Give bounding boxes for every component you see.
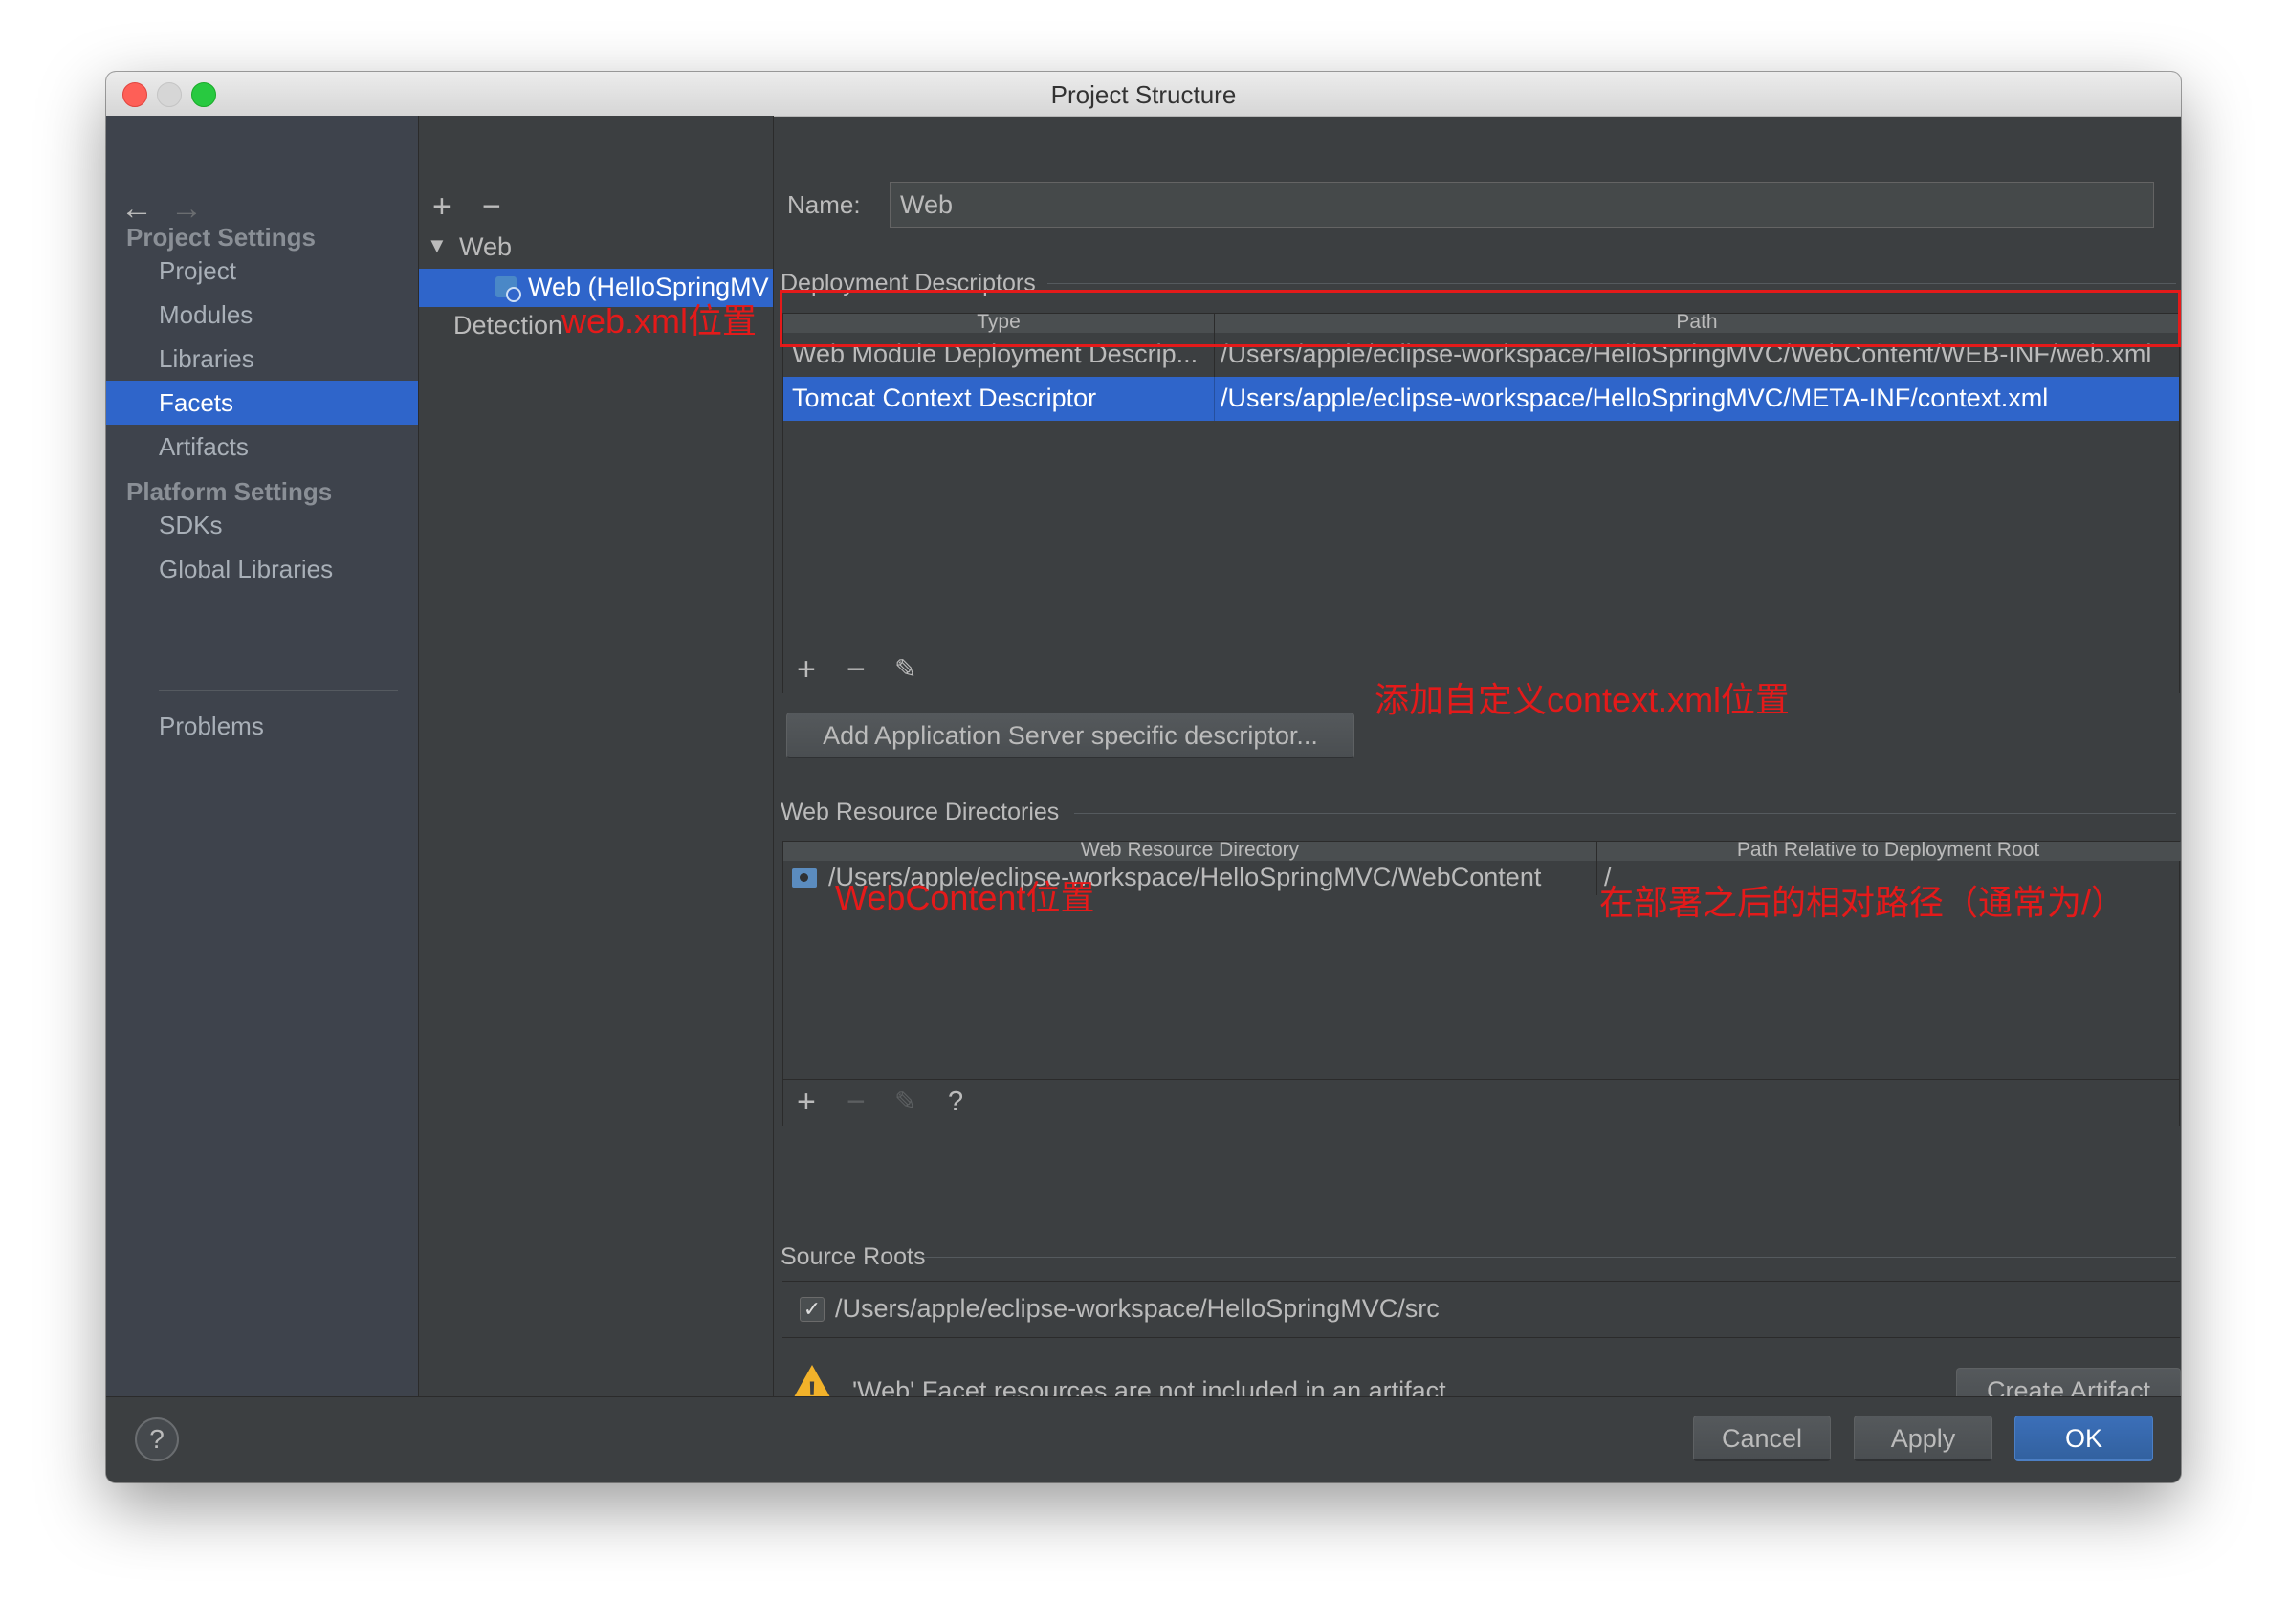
- edit-pencil-icon[interactable]: ✎: [894, 1084, 916, 1120]
- source-root-checkbox[interactable]: ✓: [800, 1297, 825, 1322]
- source-roots-list: ✓ /Users/apple/eclipse-workspace/HelloSp…: [782, 1281, 2180, 1338]
- sidebar-item-libraries[interactable]: Libraries: [106, 337, 418, 381]
- column-separator: [1214, 377, 1215, 421]
- sidebar-item-global-libraries[interactable]: Global Libraries: [106, 547, 418, 591]
- name-label: Name:: [787, 190, 861, 219]
- table-row[interactable]: Tomcat Context Descriptor /Users/apple/e…: [783, 377, 2179, 421]
- expand-triangle-icon[interactable]: ▼: [427, 233, 448, 258]
- column-header-directory[interactable]: Web Resource Directory: [783, 842, 1596, 861]
- section-divider: [919, 1257, 2176, 1258]
- web-facet-icon: [495, 276, 521, 302]
- forward-arrow-icon[interactable]: →: [170, 192, 203, 225]
- column-header-relative-path[interactable]: Path Relative to Deployment Root: [1597, 842, 2179, 861]
- settings-sidebar: ← → Project Settings Project Modules Lib…: [106, 116, 419, 1396]
- tree-node-label: Detection: [453, 311, 563, 340]
- apply-button[interactable]: Apply: [1854, 1416, 1992, 1461]
- descriptor-type: Tomcat Context Descriptor: [792, 384, 1097, 412]
- web-xml-highlight-box: [780, 290, 2181, 347]
- add-facet-icon[interactable]: +: [432, 190, 451, 223]
- add-server-descriptor-button[interactable]: Add Application Server specific descript…: [786, 713, 1354, 758]
- source-root-path: /Users/apple/eclipse-workspace/HelloSpri…: [835, 1294, 1440, 1323]
- sidebar-item-label: Global Libraries: [159, 555, 334, 583]
- sidebar-item-sdks[interactable]: SDKs: [106, 503, 418, 547]
- cancel-button[interactable]: Cancel: [1693, 1416, 1831, 1461]
- web-resource-toolbar: + − ✎ ?: [783, 1079, 2179, 1126]
- edit-pencil-icon[interactable]: ✎: [894, 651, 916, 688]
- sidebar-divider: [159, 690, 398, 691]
- section-divider: [1047, 283, 2176, 284]
- annotation-relative-path: 在部署之后的相对路径（通常为/）: [1599, 883, 2126, 922]
- help-button[interactable]: ?: [135, 1417, 179, 1461]
- annotation-webcontent: WebContent位置: [835, 878, 1095, 917]
- deployment-descriptors-table: Type Path Web Module Deployment Descrip.…: [782, 313, 2181, 693]
- sidebar-item-project[interactable]: Project: [106, 249, 418, 293]
- back-arrow-icon[interactable]: ←: [121, 192, 153, 225]
- sidebar-item-facets[interactable]: Facets: [106, 381, 418, 425]
- add-icon[interactable]: +: [797, 1084, 816, 1120]
- sidebar-item-label: Facets: [159, 388, 234, 417]
- section-divider: [1074, 813, 2176, 814]
- ok-button[interactable]: OK: [2014, 1416, 2153, 1461]
- web-resource-directories-title: Web Resource Directories: [781, 799, 1060, 825]
- sidebar-item-label: Libraries: [159, 344, 254, 373]
- sidebar-item-label: Artifacts: [159, 432, 249, 461]
- remove-icon[interactable]: −: [847, 651, 866, 688]
- window-title: Project Structure: [1050, 80, 1237, 109]
- annotation-context-xml: 添加自定义context.xml位置: [1375, 680, 1791, 719]
- sidebar-item-label: SDKs: [159, 511, 223, 539]
- tree-node-label: Web: [459, 232, 513, 261]
- column-separator: [1596, 861, 1597, 895]
- sidebar-item-modules[interactable]: Modules: [106, 293, 418, 337]
- web-folder-icon: [792, 868, 817, 888]
- title-bar: Project Structure: [106, 72, 2181, 117]
- remove-icon[interactable]: −: [847, 1084, 866, 1120]
- help-icon[interactable]: ?: [948, 1084, 963, 1120]
- source-roots-title: Source Roots: [781, 1243, 926, 1270]
- sidebar-item-label: Project: [159, 256, 236, 285]
- sidebar-item-artifacts[interactable]: Artifacts: [106, 425, 418, 469]
- sidebar-item-label: Problems: [159, 712, 264, 740]
- project-structure-dialog: Project Structure ← → Project Settings P…: [106, 72, 2181, 1482]
- annotation-web-xml: web.xml位置: [561, 301, 758, 340]
- name-field[interactable]: Web: [890, 182, 2154, 228]
- add-icon[interactable]: +: [797, 651, 816, 688]
- remove-facet-icon[interactable]: −: [482, 190, 501, 223]
- sidebar-item-problems[interactable]: Problems: [106, 704, 418, 748]
- sidebar-item-label: Modules: [159, 300, 253, 329]
- table-header: Web Resource Directory Path Relative to …: [783, 842, 2181, 861]
- descriptor-path: /Users/apple/eclipse-workspace/HelloSpri…: [1221, 384, 2049, 412]
- tree-node-web[interactable]: ▼ Web: [419, 230, 773, 269]
